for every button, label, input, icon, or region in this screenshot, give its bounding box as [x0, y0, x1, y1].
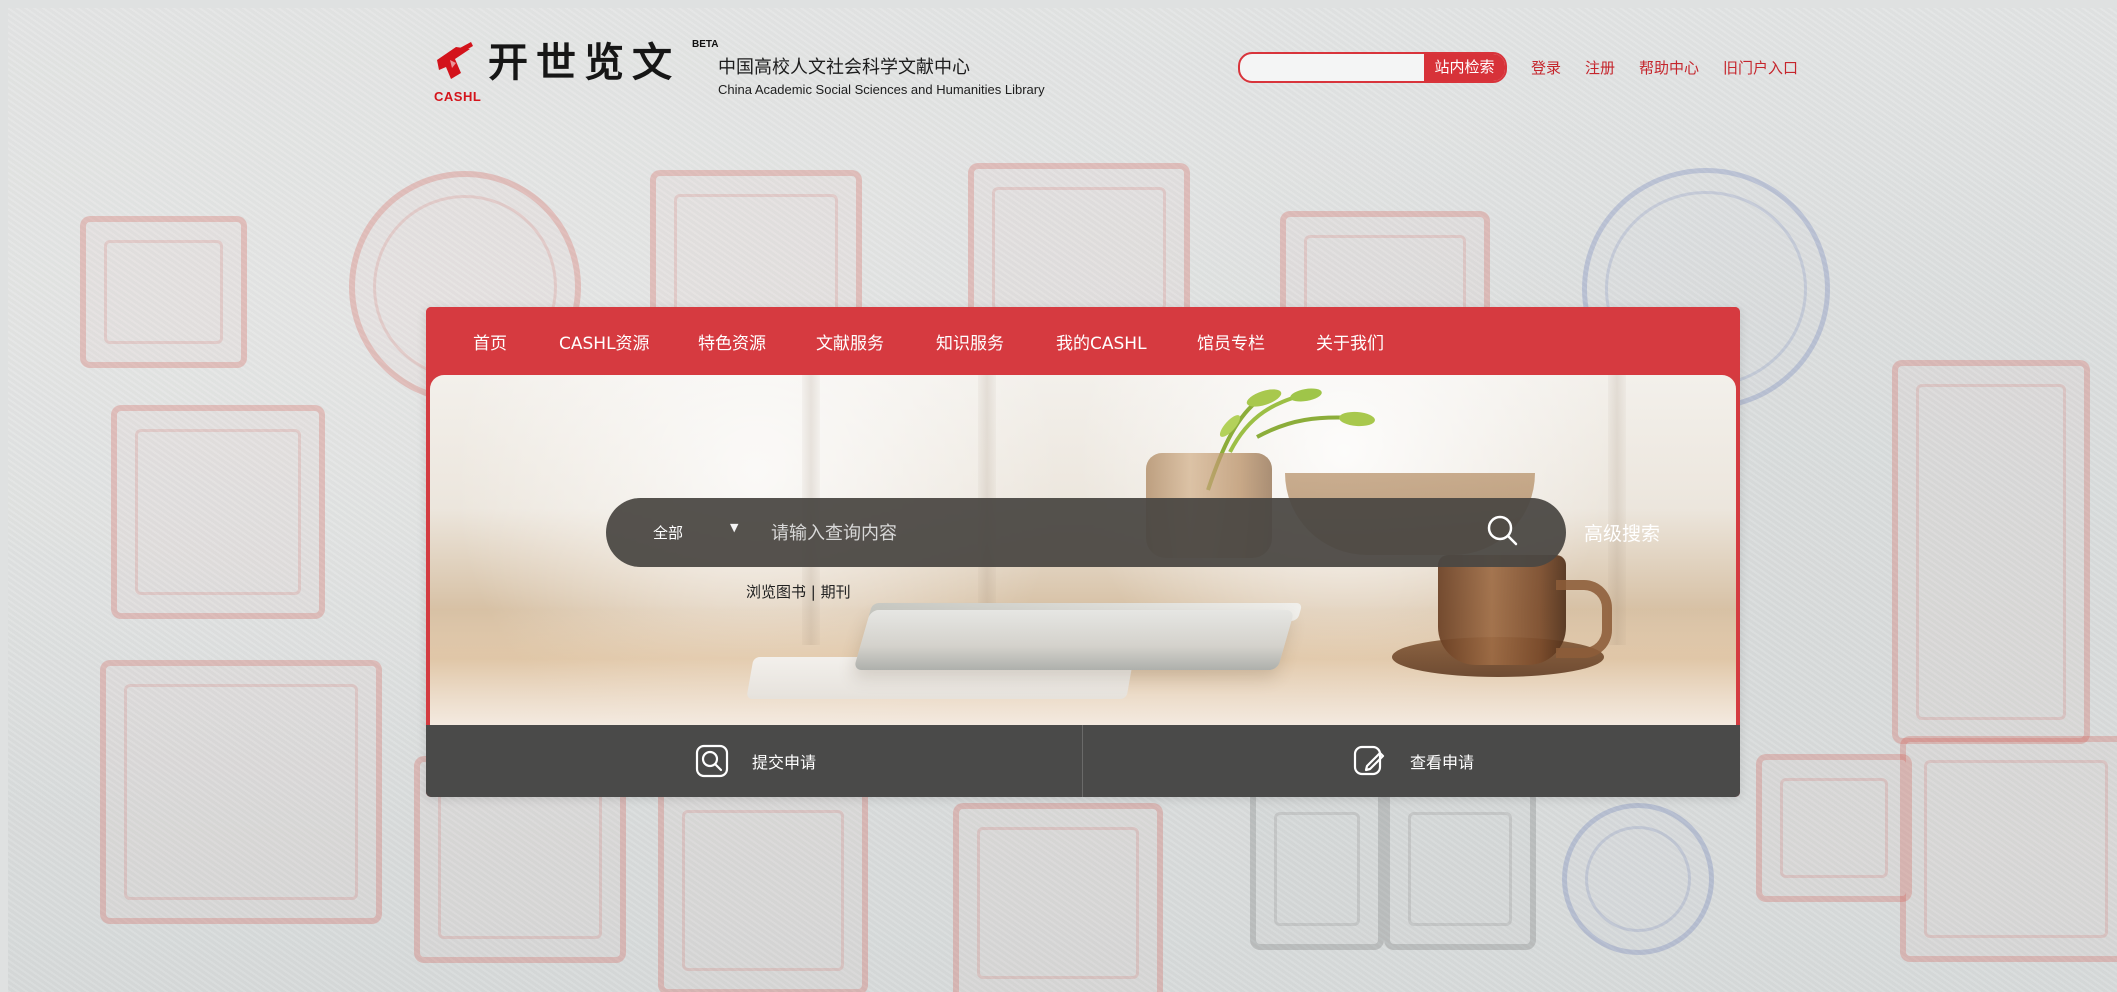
book-image: [853, 610, 1295, 670]
view-request-label: 查看申请: [1410, 753, 1475, 772]
seal-inner-11: [682, 810, 844, 971]
cup-handle-image: [1556, 580, 1612, 658]
seal-inner-14: [1408, 812, 1512, 926]
seal-stamp-16: [1756, 754, 1912, 902]
logo-cashl-text: CASHL: [434, 89, 482, 104]
site-search-box: 站内检索: [1238, 52, 1507, 83]
site-subtitle: 中国高校人文社会科学文献中心: [718, 57, 970, 78]
browse-journals-link[interactable]: 期刊: [821, 583, 851, 601]
view-request-button[interactable]: 查看申请: [1352, 725, 1474, 797]
seal-stamp-17: [1900, 736, 2117, 962]
search-category-select[interactable]: 全部: [653, 522, 683, 543]
seal-inner-1: [104, 240, 223, 344]
submit-request-label: 提交申请: [752, 753, 817, 772]
seal-stamp-13: [1250, 788, 1384, 950]
main-nav: 首页 CASHL资源 特色资源 文献服务 知识服务 我的CASHL 馆员专栏 关…: [426, 307, 1740, 375]
coffee-cup-image: [1438, 555, 1566, 665]
nav-document-services[interactable]: 文献服务: [816, 329, 884, 354]
nav-my-cashl[interactable]: 我的CASHL: [1056, 329, 1147, 354]
login-link[interactable]: 登录: [1531, 57, 1561, 78]
seal-inner-5: [674, 194, 838, 316]
site-english-name: China Academic Social Sciences and Human…: [718, 82, 1045, 97]
seal-inner-2: [135, 429, 301, 595]
main-search-bar: 全部 ▼: [606, 498, 1566, 567]
dropdown-arrow-icon[interactable]: ▼: [730, 521, 742, 539]
action-bar: 提交申请 查看申请: [426, 725, 1740, 797]
seal-inner-9: [1916, 384, 2066, 720]
submit-request-button[interactable]: 提交申请: [694, 725, 816, 797]
help-center-link[interactable]: 帮助中心: [1639, 57, 1699, 78]
submit-search-icon: [695, 744, 729, 778]
register-link[interactable]: 注册: [1585, 57, 1615, 78]
old-portal-link[interactable]: 旧门户入口: [1723, 57, 1798, 78]
top-links: 登录 注册 帮助中心 旧门户入口: [1531, 57, 1798, 78]
browse-books-link[interactable]: 浏览图书: [746, 583, 806, 601]
seal-stamp-2: [111, 405, 325, 619]
nav-home[interactable]: 首页: [473, 329, 507, 354]
seal-inner-13: [1274, 812, 1360, 926]
nav-librarian-column[interactable]: 馆员专栏: [1197, 329, 1265, 354]
site-search-button[interactable]: 站内检索: [1424, 54, 1505, 81]
seal-inner-3: [124, 684, 358, 900]
advanced-search-link[interactable]: 高级搜索: [1584, 519, 1660, 546]
seal-inner-7: [1304, 235, 1466, 317]
seal-stamp-1: [80, 216, 247, 368]
seal-inner-15: [1585, 826, 1691, 932]
nav-about-us[interactable]: 关于我们: [1316, 329, 1384, 354]
seal-stamp-9: [1892, 360, 2090, 744]
seal-stamp-15: [1562, 803, 1714, 955]
seal-inner-17: [1924, 760, 2108, 938]
beta-badge: BETA: [692, 39, 719, 50]
browse-links: 浏览图书 | 期刊: [746, 581, 851, 602]
view-edit-icon: [1353, 745, 1385, 776]
cashl-logo-icon[interactable]: [430, 39, 478, 87]
main-panel: 首页 CASHL资源 特色资源 文献服务 知识服务 我的CASHL 馆员专栏 关…: [426, 307, 1740, 797]
page-background: CASHL 开世览文 BETA 中国高校人文社会科学文献中心 China Aca…: [8, 8, 2117, 992]
hero-banner: 全部 ▼ 高级搜索 浏览图书 | 期刊: [430, 375, 1736, 725]
site-search-input[interactable]: [1250, 54, 1424, 81]
seal-inner-6: [992, 187, 1166, 311]
nav-cashl-resources[interactable]: CASHL资源: [559, 329, 650, 354]
nav-knowledge-services[interactable]: 知识服务: [936, 329, 1004, 354]
action-divider: [1082, 725, 1083, 797]
seal-stamp-11: [658, 786, 868, 992]
logo-chinese-title[interactable]: 开世览文: [488, 39, 680, 87]
seal-stamp-14: [1384, 788, 1536, 950]
seal-inner-12: [977, 827, 1139, 979]
seal-stamp-3: [100, 660, 382, 924]
search-icon[interactable]: [1482, 510, 1524, 552]
seal-stamp-12: [953, 803, 1163, 992]
browse-separator: |: [810, 583, 816, 601]
nav-special-resources[interactable]: 特色资源: [698, 329, 766, 354]
site-header: CASHL 开世览文 BETA 中国高校人文社会科学文献中心 China Aca…: [430, 35, 1810, 105]
seal-inner-10: [438, 780, 602, 939]
main-search-input[interactable]: [769, 516, 1453, 550]
seal-inner-16: [1780, 778, 1888, 878]
